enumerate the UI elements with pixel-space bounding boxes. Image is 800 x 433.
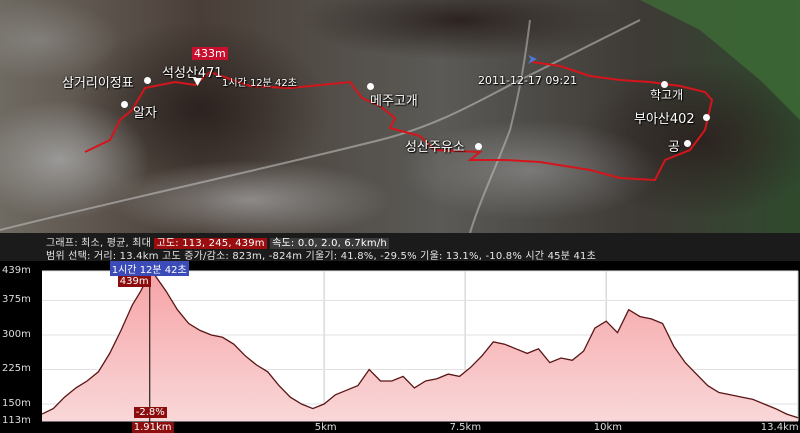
y-tick-label: 300m [2, 328, 31, 340]
elevation-profile-chart[interactable]: 113m 150m 225m 300m 375m 439m 5km 7.5km 10km 13.… [0, 261, 800, 433]
y-tick-label: 113m [2, 415, 31, 426]
info-line-range: 범위 선택: 거리: 13.4km 고도 증가/감소: 823m, -824m … [46, 251, 597, 262]
map-label-buasan[interactable]: 부아산402 [634, 108, 695, 127]
cursor-slope-tag: -2.8% [133, 407, 167, 418]
x-tick-label: 7.5km [449, 422, 482, 433]
placemark-pin-icon[interactable] [660, 80, 669, 89]
satellite-map[interactable]: 433m 석성산471 1시간 12분 42초 삼거리이정표 알자 메주고개 2… [0, 0, 800, 233]
map-label-gong[interactable]: 공 [668, 136, 680, 155]
map-label-datetime: 2011-12-17 09:21 [478, 74, 578, 87]
y-tick-label: 225m [2, 363, 31, 375]
placemark-pin-icon[interactable] [193, 78, 202, 87]
y-tick-label: 439m [2, 265, 31, 276]
map-label-duration: 1시간 12분 42초 [222, 78, 297, 89]
cursor-distance-tag: 1.91km [131, 422, 174, 433]
x-tick-label: 10km [593, 422, 623, 433]
placemark-pin-icon[interactable] [143, 76, 152, 85]
placemark-pin-icon[interactable] [474, 142, 483, 151]
stats-info-bar: 그래프: 최소, 평균, 최대 고도: 113, 245, 439m 속도: 0… [0, 233, 800, 262]
placemark-pin-icon[interactable] [120, 100, 129, 109]
map-label-meju[interactable]: 메주고개 [370, 90, 418, 109]
cursor-time-tag: 1시간 12분 42초 [109, 261, 189, 276]
cursor-elevation-tag: 439m [117, 276, 151, 287]
placemark-pin-icon[interactable] [702, 113, 711, 122]
placemark-pin-icon[interactable] [366, 82, 375, 91]
y-tick-label: 150m [2, 397, 31, 409]
map-label-samgeori[interactable]: 삼거리이정표 [62, 72, 134, 91]
placemark-pin-icon[interactable] [683, 139, 692, 148]
y-tick-label: 375m [2, 294, 31, 306]
map-label-seongsan-gas[interactable]: 성산주유소 [405, 136, 465, 155]
map-label-alja[interactable]: 알자 [133, 102, 157, 121]
x-tick-label: 5km [314, 422, 337, 433]
x-tick-label: 13.4km [760, 422, 799, 433]
start-arrow-icon[interactable] [528, 55, 537, 64]
peak-elevation-badge: 433m [192, 47, 228, 60]
